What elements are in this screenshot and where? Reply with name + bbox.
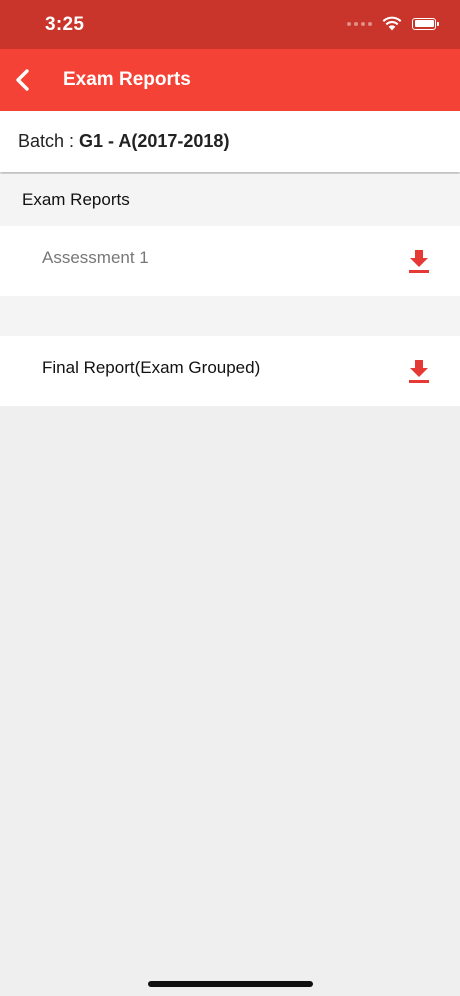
batch-label: Batch : (18, 131, 75, 151)
wifi-icon (382, 16, 402, 31)
home-indicator[interactable] (148, 981, 313, 987)
status-time: 3:25 (45, 14, 85, 35)
section-header: Exam Reports (0, 174, 460, 226)
report-label: Final Report(Exam Grouped) (42, 358, 261, 377)
battery-icon (412, 17, 439, 30)
report-label: Assessment 1 (42, 248, 149, 267)
section-title: Exam Reports (22, 190, 130, 209)
download-icon[interactable] (408, 358, 430, 384)
cellular-signal-icon (347, 21, 372, 26)
back-button[interactable] (6, 63, 40, 97)
section-gap (0, 296, 460, 336)
batch-value: G1 - A(2017-2018) (79, 131, 230, 151)
report-row-final-report[interactable]: Final Report(Exam Grouped) (0, 336, 460, 406)
report-row-assessment-1[interactable]: Assessment 1 (0, 226, 460, 296)
batch-selector[interactable]: Batch : G1 - A(2017-2018) (0, 111, 460, 172)
page-title: Exam Reports (63, 69, 191, 90)
chevron-left-icon (16, 69, 29, 91)
download-icon[interactable] (408, 248, 430, 274)
status-icons (347, 16, 439, 31)
app-bar: Exam Reports (0, 49, 460, 111)
status-bar: 3:25 (0, 0, 460, 49)
